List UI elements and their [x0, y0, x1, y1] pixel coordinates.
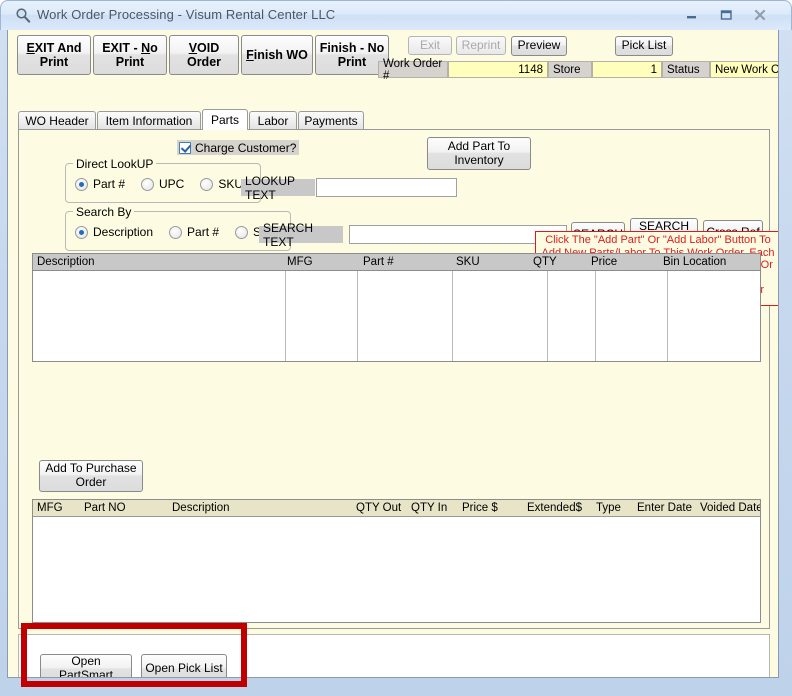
- search-text-label: SEARCH TEXT: [259, 221, 343, 249]
- tab-strip: WO Header Item Information Parts Labor P…: [18, 109, 770, 130]
- pick-list-button[interactable]: Pick List: [615, 36, 673, 56]
- lookup-text-label: LOOKUP TEXT: [241, 174, 315, 202]
- exit-and-print-button[interactable]: EXIT And Print: [17, 35, 91, 75]
- column-header-extended: Extended$: [527, 502, 582, 514]
- minimize-button[interactable]: [677, 5, 707, 26]
- lookup-grid-header: Description MFG Part # SKU QTY Price Bin…: [33, 254, 760, 271]
- column-header-qty-out: QTY Out: [356, 502, 402, 514]
- radio-search-part-number-label: Part #: [187, 225, 220, 239]
- grid-column-separator: [357, 271, 358, 361]
- close-button[interactable]: [745, 5, 775, 26]
- grid-column-separator: [595, 271, 596, 361]
- radio-direct-upc[interactable]: [141, 177, 155, 191]
- radio-direct-sku-label: SKU: [218, 177, 244, 191]
- window-frame: Work Order Processing - Visum Rental Cen…: [0, 0, 792, 696]
- open-partsmart-button[interactable]: Open PartSmart: [40, 654, 132, 677]
- tab-wo-header[interactable]: WO Header: [18, 111, 96, 129]
- status-label: Status: [662, 61, 710, 78]
- exit-no-print-button[interactable]: EXIT - No Print: [93, 35, 167, 75]
- magnifier-icon: [14, 7, 32, 25]
- parts-tab-panel: Charge Customer? Direct LookUP Part # UP…: [18, 129, 778, 629]
- search-by-group-title: Search By: [73, 205, 135, 219]
- column-header-qty: QTY: [533, 256, 557, 268]
- work-order-number-value: 1148: [448, 61, 548, 78]
- maximize-button[interactable]: [711, 5, 741, 26]
- radio-direct-part-number-label: Part #: [93, 177, 126, 191]
- grid-column-separator: [452, 271, 453, 361]
- charge-customer-label: Charge Customer?: [195, 140, 297, 155]
- radio-search-part-number[interactable]: [169, 225, 183, 239]
- grid-column-separator: [667, 271, 668, 361]
- grid-column-separator: [547, 271, 548, 361]
- bottom-button-panel: Open PartSmart Open Pick List: [18, 634, 770, 677]
- grid-column-separator: [285, 271, 286, 361]
- title-bar: Work Order Processing - Visum Rental Cen…: [0, 0, 792, 30]
- exit-button[interactable]: Exit: [408, 36, 452, 55]
- column-header-price: Price: [591, 256, 618, 268]
- work-order-number-label: Work Order #: [378, 58, 448, 82]
- checkbox-box: [179, 141, 191, 154]
- column-header-mfg: MFG: [37, 502, 63, 514]
- tab-labor[interactable]: Labor: [249, 111, 297, 129]
- direct-lookup-group-title: Direct LookUP: [73, 157, 157, 171]
- open-pick-list-button[interactable]: Open Pick List: [141, 654, 227, 677]
- column-header-description: Description: [37, 256, 95, 268]
- column-header-mfg: MFG: [287, 256, 313, 268]
- lines-grid-header: MFG Part NO Description QTY Out QTY In P…: [33, 500, 760, 517]
- column-header-part-no: Part NO: [84, 502, 126, 514]
- status-value: New Work Order: [710, 61, 778, 78]
- window-title: Work Order Processing - Visum Rental Cen…: [37, 7, 336, 22]
- column-header-type: Type: [596, 502, 621, 514]
- form-client-area: EXIT And Print EXIT - No Print VOID Order F…: [7, 30, 779, 678]
- work-order-lines-grid[interactable]: MFG Part NO Description QTY Out QTY In P…: [32, 499, 761, 623]
- radio-direct-part-number[interactable]: [75, 177, 88, 191]
- lookup-results-grid[interactable]: Description MFG Part # SKU QTY Price Bin…: [32, 253, 761, 362]
- finish-wo-button[interactable]: Finish WO: [241, 35, 313, 75]
- column-header-qty-in: QTY In: [411, 502, 448, 514]
- column-header-voided-date: Voided Date: [700, 502, 761, 514]
- reprint-button[interactable]: Reprint: [456, 36, 506, 55]
- column-header-sku: SKU: [456, 256, 480, 268]
- add-part-to-inventory-button[interactable]: Add Part To Inventory: [427, 137, 531, 170]
- charge-customer-checkbox[interactable]: Charge Customer?: [177, 140, 300, 155]
- add-to-purchase-order-button[interactable]: Add To Purchase Order: [39, 460, 143, 492]
- lookup-text-input[interactable]: [316, 178, 457, 197]
- preview-button[interactable]: Preview: [511, 36, 567, 56]
- radio-search-description[interactable]: [75, 225, 88, 239]
- direct-lookup-options: Part # UPC SKU: [75, 177, 259, 191]
- column-header-price: Price $: [462, 502, 498, 514]
- column-header-enter-date: Enter Date: [637, 502, 692, 514]
- column-header-bin-location: Bin Location: [663, 256, 727, 268]
- void-order-button[interactable]: VOID Order: [169, 35, 239, 75]
- tab-payments[interactable]: Payments: [298, 111, 364, 129]
- radio-direct-sku[interactable]: [200, 177, 214, 191]
- tab-item-information[interactable]: Item Information: [97, 111, 201, 129]
- radio-search-sku[interactable]: [235, 225, 249, 239]
- top-toolbar: EXIT And Print EXIT - No Print VOID Order F…: [8, 30, 778, 82]
- radio-direct-upc-label: UPC: [159, 177, 185, 191]
- column-header-part-number: Part #: [363, 256, 394, 268]
- tab-parts[interactable]: Parts: [202, 109, 248, 130]
- column-header-description: Description: [172, 502, 230, 514]
- radio-search-description-label: Description: [93, 225, 154, 239]
- store-value: 1: [592, 61, 662, 78]
- store-label: Store: [548, 61, 592, 78]
